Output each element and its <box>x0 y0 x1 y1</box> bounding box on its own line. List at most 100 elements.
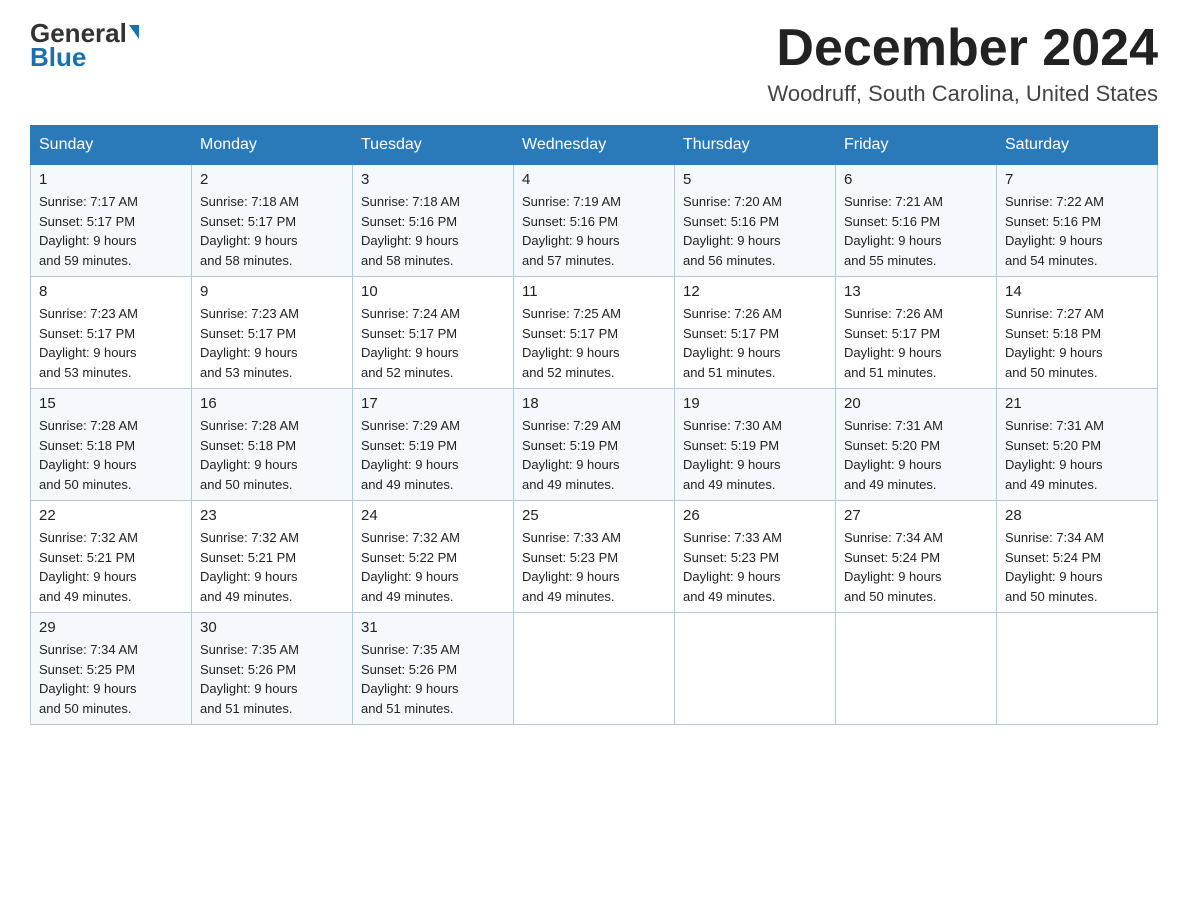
day-number: 3 <box>361 171 505 188</box>
col-header-wednesday: Wednesday <box>514 126 675 165</box>
day-number: 13 <box>844 283 988 300</box>
day-number: 14 <box>1005 283 1149 300</box>
calendar-cell: 27 Sunrise: 7:34 AMSunset: 5:24 PMDayligh… <box>836 501 997 613</box>
calendar-cell: 8Sunrise: 7:23 AMSunset: 5:17 PMDaylight… <box>31 277 192 389</box>
calendar-week-row: 8Sunrise: 7:23 AMSunset: 5:17 PMDaylight… <box>31 277 1158 389</box>
calendar-cell: 5 Sunrise: 7:20 AMSunset: 5:16 PMDaylight… <box>675 165 836 277</box>
day-number: 9 <box>200 283 344 300</box>
calendar-cell: 25Sunrise: 7:33 AMSunset: 5:23 PMDayligh… <box>514 501 675 613</box>
day-info: Sunrise: 7:29 AMSunset: 5:19 PMDaylight:… <box>361 418 460 492</box>
day-number: 17 <box>361 395 505 412</box>
day-number: 19 <box>683 395 827 412</box>
day-number: 27 <box>844 507 988 524</box>
day-info: Sunrise: 7:17 AMSunset: 5:17 PMDaylight:… <box>39 194 138 268</box>
day-number: 16 <box>200 395 344 412</box>
col-header-thursday: Thursday <box>675 126 836 165</box>
day-info: Sunrise: 7:28 AMSunset: 5:18 PMDaylight:… <box>200 418 299 492</box>
calendar-cell <box>836 613 997 725</box>
logo: General Blue <box>30 20 139 73</box>
calendar-cell: 31 Sunrise: 7:35 AMSunset: 5:26 PMDayligh… <box>353 613 514 725</box>
day-number: 22 <box>39 507 183 524</box>
day-number: 18 <box>522 395 666 412</box>
day-info: Sunrise: 7:32 AMSunset: 5:21 PMDaylight:… <box>39 530 138 604</box>
day-info: Sunrise: 7:20 AMSunset: 5:16 PMDaylight:… <box>683 194 782 268</box>
location-subtitle: Woodruff, South Carolina, United States <box>767 81 1158 107</box>
calendar-cell: 15Sunrise: 7:28 AMSunset: 5:18 PMDayligh… <box>31 389 192 501</box>
logo-blue: Blue <box>30 42 86 73</box>
day-info: Sunrise: 7:18 AMSunset: 5:17 PMDaylight:… <box>200 194 299 268</box>
col-header-monday: Monday <box>192 126 353 165</box>
day-number: 31 <box>361 619 505 636</box>
calendar-cell <box>514 613 675 725</box>
calendar-week-row: 22 Sunrise: 7:32 AMSunset: 5:21 PMDayligh… <box>31 501 1158 613</box>
day-info: Sunrise: 7:24 AMSunset: 5:17 PMDaylight:… <box>361 306 460 380</box>
calendar-cell: 30 Sunrise: 7:35 AMSunset: 5:26 PMDayligh… <box>192 613 353 725</box>
calendar-cell: 13 Sunrise: 7:26 AMSunset: 5:17 PMDayligh… <box>836 277 997 389</box>
calendar-cell: 21Sunrise: 7:31 AMSunset: 5:20 PMDayligh… <box>997 389 1158 501</box>
day-number: 24 <box>361 507 505 524</box>
day-info: Sunrise: 7:19 AMSunset: 5:16 PMDaylight:… <box>522 194 621 268</box>
col-header-sunday: Sunday <box>31 126 192 165</box>
day-info: Sunrise: 7:22 AMSunset: 5:16 PMDaylight:… <box>1005 194 1104 268</box>
day-info: Sunrise: 7:29 AMSunset: 5:19 PMDaylight:… <box>522 418 621 492</box>
day-number: 12 <box>683 283 827 300</box>
day-info: Sunrise: 7:33 AMSunset: 5:23 PMDaylight:… <box>683 530 782 604</box>
day-number: 2 <box>200 171 344 188</box>
day-number: 20 <box>844 395 988 412</box>
day-info: Sunrise: 7:26 AMSunset: 5:17 PMDaylight:… <box>844 306 943 380</box>
calendar-cell <box>675 613 836 725</box>
day-info: Sunrise: 7:32 AMSunset: 5:21 PMDaylight:… <box>200 530 299 604</box>
day-info: Sunrise: 7:31 AMSunset: 5:20 PMDaylight:… <box>844 418 943 492</box>
day-number: 5 <box>683 171 827 188</box>
calendar-cell: 3Sunrise: 7:18 AMSunset: 5:16 PMDaylight… <box>353 165 514 277</box>
calendar-cell: 19Sunrise: 7:30 AMSunset: 5:19 PMDayligh… <box>675 389 836 501</box>
calendar-header-row: SundayMondayTuesdayWednesdayThursdayFrid… <box>31 126 1158 165</box>
day-number: 10 <box>361 283 505 300</box>
day-number: 30 <box>200 619 344 636</box>
day-info: Sunrise: 7:23 AMSunset: 5:17 PMDaylight:… <box>39 306 138 380</box>
calendar-cell: 12Sunrise: 7:26 AMSunset: 5:17 PMDayligh… <box>675 277 836 389</box>
calendar-cell: 24 Sunrise: 7:32 AMSunset: 5:22 PMDayligh… <box>353 501 514 613</box>
calendar-cell: 29Sunrise: 7:34 AMSunset: 5:25 PMDayligh… <box>31 613 192 725</box>
calendar-cell: 23 Sunrise: 7:32 AMSunset: 5:21 PMDayligh… <box>192 501 353 613</box>
calendar-cell <box>997 613 1158 725</box>
day-info: Sunrise: 7:35 AMSunset: 5:26 PMDaylight:… <box>361 642 460 716</box>
day-info: Sunrise: 7:32 AMSunset: 5:22 PMDaylight:… <box>361 530 460 604</box>
day-number: 7 <box>1005 171 1149 188</box>
col-header-saturday: Saturday <box>997 126 1158 165</box>
calendar-cell: 7 Sunrise: 7:22 AMSunset: 5:16 PMDaylight… <box>997 165 1158 277</box>
logo-triangle-icon <box>129 25 139 39</box>
calendar-cell: 18 Sunrise: 7:29 AMSunset: 5:19 PMDayligh… <box>514 389 675 501</box>
calendar-cell: 4 Sunrise: 7:19 AMSunset: 5:16 PMDaylight… <box>514 165 675 277</box>
calendar-table: SundayMondayTuesdayWednesdayThursdayFrid… <box>30 125 1158 725</box>
day-info: Sunrise: 7:35 AMSunset: 5:26 PMDaylight:… <box>200 642 299 716</box>
calendar-cell: 2 Sunrise: 7:18 AMSunset: 5:17 PMDaylight… <box>192 165 353 277</box>
calendar-cell: 17 Sunrise: 7:29 AMSunset: 5:19 PMDayligh… <box>353 389 514 501</box>
day-number: 4 <box>522 171 666 188</box>
day-info: Sunrise: 7:34 AMSunset: 5:24 PMDaylight:… <box>844 530 943 604</box>
calendar-cell: 10 Sunrise: 7:24 AMSunset: 5:17 PMDayligh… <box>353 277 514 389</box>
day-number: 29 <box>39 619 183 636</box>
calendar-cell: 11Sunrise: 7:25 AMSunset: 5:17 PMDayligh… <box>514 277 675 389</box>
calendar-cell: 28Sunrise: 7:34 AMSunset: 5:24 PMDayligh… <box>997 501 1158 613</box>
day-number: 26 <box>683 507 827 524</box>
day-number: 1 <box>39 171 183 188</box>
month-title: December 2024 <box>767 20 1158 77</box>
day-info: Sunrise: 7:28 AMSunset: 5:18 PMDaylight:… <box>39 418 138 492</box>
day-number: 6 <box>844 171 988 188</box>
day-number: 23 <box>200 507 344 524</box>
day-number: 21 <box>1005 395 1149 412</box>
day-info: Sunrise: 7:27 AMSunset: 5:18 PMDaylight:… <box>1005 306 1104 380</box>
calendar-week-row: 29Sunrise: 7:34 AMSunset: 5:25 PMDayligh… <box>31 613 1158 725</box>
title-block: December 2024 Woodruff, South Carolina, … <box>767 20 1158 107</box>
calendar-cell: 16 Sunrise: 7:28 AMSunset: 5:18 PMDayligh… <box>192 389 353 501</box>
col-header-tuesday: Tuesday <box>353 126 514 165</box>
day-info: Sunrise: 7:25 AMSunset: 5:17 PMDaylight:… <box>522 306 621 380</box>
calendar-week-row: 1 Sunrise: 7:17 AMSunset: 5:17 PMDaylight… <box>31 165 1158 277</box>
calendar-cell: 20 Sunrise: 7:31 AMSunset: 5:20 PMDayligh… <box>836 389 997 501</box>
calendar-cell: 6 Sunrise: 7:21 AMSunset: 5:16 PMDaylight… <box>836 165 997 277</box>
day-info: Sunrise: 7:21 AMSunset: 5:16 PMDaylight:… <box>844 194 943 268</box>
day-info: Sunrise: 7:34 AMSunset: 5:24 PMDaylight:… <box>1005 530 1104 604</box>
day-info: Sunrise: 7:23 AMSunset: 5:17 PMDaylight:… <box>200 306 299 380</box>
calendar-cell: 1 Sunrise: 7:17 AMSunset: 5:17 PMDaylight… <box>31 165 192 277</box>
